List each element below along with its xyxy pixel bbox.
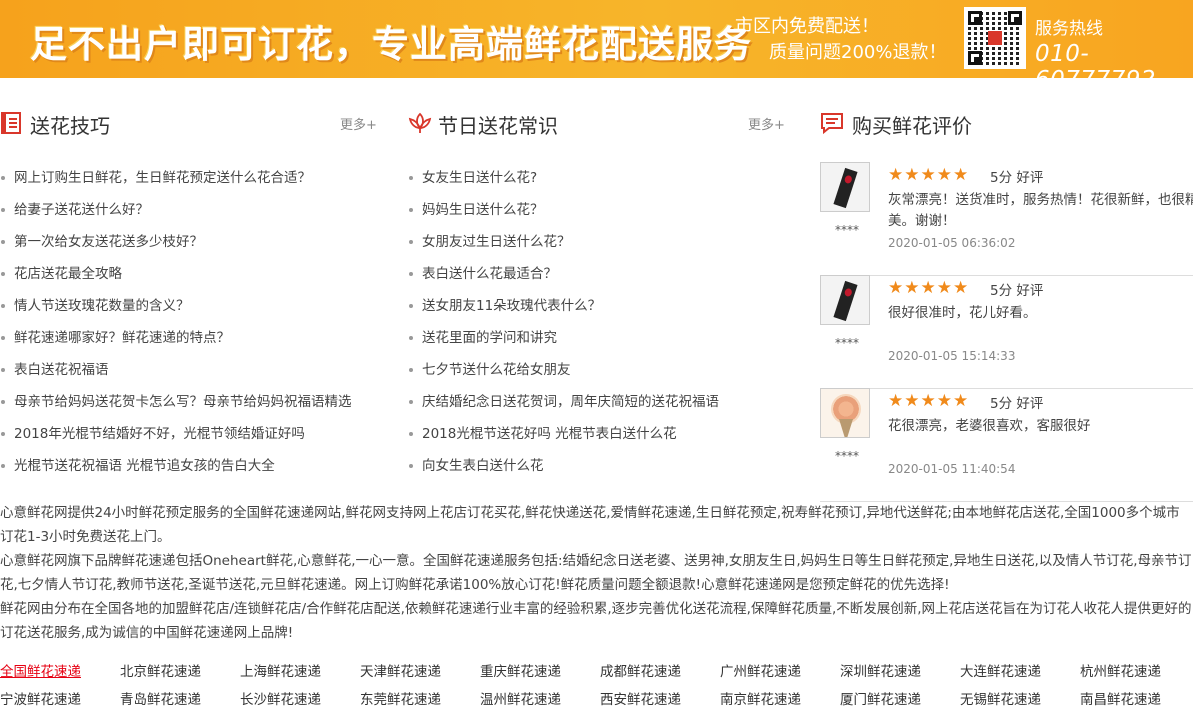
review-user: ****: [835, 336, 859, 350]
list-item[interactable]: 光棍节送花祝福语 光棍节追女孩的告白大全: [0, 450, 352, 482]
review-score: 5分 好评: [990, 170, 1044, 186]
promo-line-2: 质量问题200%退款！: [769, 42, 947, 63]
holiday-article-list: 女友生日送什么花? 妈妈生日送什么花？ 女朋友过生日送什么花？ 表白送什么花最适…: [408, 162, 719, 482]
rating-stars-icon: ★★★★★: [888, 278, 970, 298]
city-link[interactable]: 北京鲜花速递: [120, 660, 201, 680]
city-link[interactable]: 上海鲜花速递: [240, 660, 321, 680]
list-item[interactable]: 女友生日送什么花?: [408, 162, 719, 194]
city-link[interactable]: 重庆鲜花速递: [480, 660, 561, 680]
product-thumbnail[interactable]: [820, 275, 870, 325]
city-link[interactable]: 西安鲜花速递: [600, 688, 681, 708]
list-item[interactable]: 向女生表白送什么花: [408, 450, 719, 482]
hotline-label: 服务热线: [1035, 19, 1103, 39]
city-link[interactable]: 宁波鲜花速递: [0, 688, 81, 708]
city-link[interactable]: 广州鲜花速递: [720, 660, 801, 680]
reviews-section-header: 购买鲜花评价: [820, 108, 1193, 138]
city-link[interactable]: 大连鲜花速递: [960, 660, 1041, 680]
list-item[interactable]: 女朋友过生日送什么花？: [408, 226, 719, 258]
list-item[interactable]: 庆结婚纪念日送花贺词，周年庆简短的送花祝福语: [408, 386, 719, 418]
city-link[interactable]: 厦门鲜花速递: [840, 688, 921, 708]
document-icon: [1, 112, 21, 134]
review-time: 2020-01-05 15:14:33: [888, 349, 1016, 363]
review-text: 很好很准时，花儿好看。: [888, 305, 1037, 321]
city-links-row-2: 宁波鲜花速递 青岛鲜花速递 长沙鲜花速递 东莞鲜花速递 温州鲜花速递 西安鲜花速…: [0, 688, 1193, 712]
list-item[interactable]: 表白送什么花最适合？: [408, 258, 719, 290]
city-link[interactable]: 深圳鲜花速递: [840, 660, 921, 680]
tips-section-title: 送花技巧: [30, 114, 110, 138]
holiday-more-link[interactable]: 更多+: [748, 114, 785, 133]
city-link[interactable]: 长沙鲜花速递: [240, 688, 321, 708]
tips-article-list: 网上订购生日鲜花，生日鲜花预定送什么花合适？ 给妻子送花送什么好？ 第一次给女友…: [0, 162, 352, 482]
city-link[interactable]: 无锡鲜花速递: [960, 688, 1041, 708]
tips-section-header: 送花技巧 更多+: [0, 108, 380, 138]
about-paragraph-3: 鲜花网由分布在全国各地的加盟鲜花店/连锁鲜花店/合作鲜花店配送,依赖鲜花速递行业…: [0, 601, 1192, 641]
lotus-icon: [408, 112, 432, 133]
city-link[interactable]: 成都鲜花速递: [600, 660, 681, 680]
hotline-number: 010-60777792: [1035, 41, 1156, 78]
city-link-national[interactable]: 全国鲜花速递: [0, 660, 81, 680]
product-thumbnail[interactable]: [820, 162, 870, 212]
city-link[interactable]: 东莞鲜花速递: [360, 688, 441, 708]
list-item[interactable]: 妈妈生日送什么花？: [408, 194, 719, 226]
city-link[interactable]: 杭州鲜花速递: [1080, 660, 1161, 680]
city-link[interactable]: 温州鲜花速递: [480, 688, 561, 708]
banner-slogan: 足不出户即可订花，专业高端鲜花配送服务: [30, 23, 752, 66]
list-item[interactable]: 花店送花最全攻略: [0, 258, 352, 290]
list-item[interactable]: 给妻子送花送什么好？: [0, 194, 352, 226]
holiday-section-header: 节日送花常识 更多+: [408, 108, 788, 138]
list-item[interactable]: 送花里面的学问和讲究: [408, 322, 719, 354]
review-user: ****: [835, 449, 859, 463]
city-link[interactable]: 南昌鲜花速递: [1080, 688, 1161, 708]
list-item[interactable]: 送女朋友11朵玫瑰代表什么？: [408, 290, 719, 322]
review-text: 灰常漂亮！送货准时，服务热情！花很新鲜，也很精美。谢谢！: [888, 192, 1193, 229]
review-user: ****: [835, 223, 859, 237]
city-link[interactable]: 天津鲜花速递: [360, 660, 441, 680]
tips-more-link[interactable]: 更多+: [340, 114, 377, 133]
rating-stars-icon: ★★★★★: [888, 391, 970, 411]
reviews-section-title: 购买鲜花评价: [852, 114, 972, 138]
rating-stars-icon: ★★★★★: [888, 165, 970, 185]
city-links-row-1: 全国鲜花速递 北京鲜花速递 上海鲜花速递 天津鲜花速递 重庆鲜花速递 成都鲜花速…: [0, 660, 1193, 684]
city-link[interactable]: 南京鲜花速递: [720, 688, 801, 708]
review-score: 5分 好评: [990, 283, 1044, 299]
review-time: 2020-01-05 11:40:54: [888, 462, 1016, 476]
list-item[interactable]: 鲜花速递哪家好？鲜花速递的特点？: [0, 322, 352, 354]
top-banner[interactable]: 足不出户即可订花，专业高端鲜花配送服务 市区内免费配送！ 质量问题200%退款！…: [0, 0, 1193, 78]
list-item[interactable]: 表白送花祝福语: [0, 354, 352, 386]
review-item: **** ★★★★★ 5分 好评 很好很准时，花儿好看。 2020-01-05 …: [820, 275, 1193, 389]
review-score: 5分 好评: [990, 396, 1044, 412]
hotline: 服务热线 010-60777792: [1035, 14, 1193, 78]
promo-line-1: 市区内免费配送！: [735, 16, 879, 37]
review-time: 2020-01-05 06:36:02: [888, 236, 1016, 250]
list-item[interactable]: 第一次给女友送花送多少枝好？: [0, 226, 352, 258]
list-item[interactable]: 2018年光棍节结婚好不好，光棍节领结婚证好吗: [0, 418, 352, 450]
about-paragraph-1: 心意鲜花网提供24小时鲜花预定服务的全国鲜花速递网站,鲜花网支持网上花店订花买花…: [0, 505, 1180, 545]
review-item: **** ★★★★★ 5分 好评 花很漂亮，老婆很喜欢，客服很好 2020-01…: [820, 388, 1193, 502]
review-item: **** ★★★★★ 5分 好评 灰常漂亮！送货准时，服务热情！花很新鲜，也很精…: [820, 162, 1193, 276]
list-item[interactable]: 网上订购生日鲜花，生日鲜花预定送什么花合适？: [0, 162, 352, 194]
list-item[interactable]: 2018光棍节送花好吗 光棍节表白送什么花: [408, 418, 719, 450]
list-item[interactable]: 情人节送玫瑰花数量的含义？: [0, 290, 352, 322]
about-paragraph-2: 心意鲜花网旗下品牌鲜花速递包括Oneheart鲜花,心意鲜花,一心一意。全国鲜花…: [0, 553, 1192, 593]
chat-icon: [821, 113, 843, 135]
product-thumbnail[interactable]: [820, 388, 870, 438]
banner-promo: 市区内免费配送！ 质量问题200%退款！: [735, 14, 946, 66]
holiday-section-title: 节日送花常识: [438, 114, 558, 138]
list-item[interactable]: 七夕节送什么花给女朋友: [408, 354, 719, 386]
list-item[interactable]: 母亲节给妈妈送花贺卡怎么写？母亲节给妈妈祝福语精选: [0, 386, 352, 418]
qr-code-icon: [964, 7, 1026, 69]
review-text: 花很漂亮，老婆很喜欢，客服很好: [888, 418, 1091, 434]
city-link[interactable]: 青岛鲜花速递: [120, 688, 201, 708]
